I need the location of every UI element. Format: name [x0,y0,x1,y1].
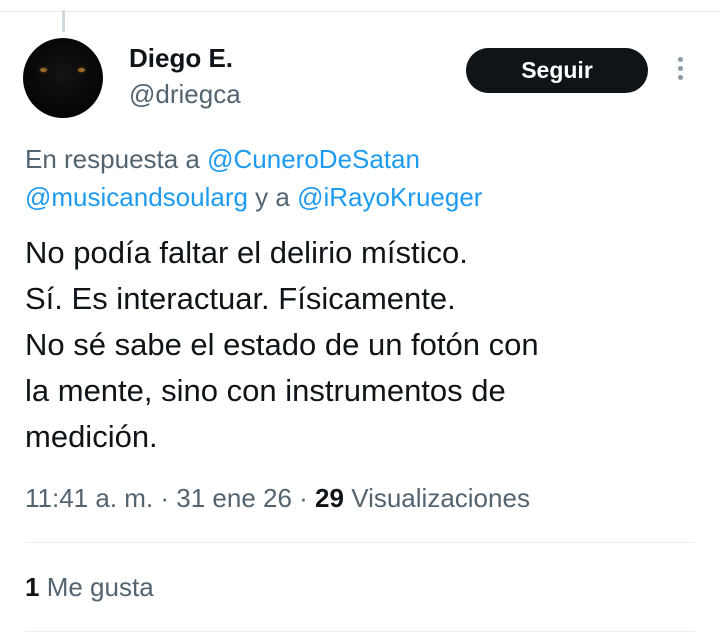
avatar-eye-right [78,68,85,72]
avatar[interactable] [23,38,103,118]
meta-separator: · [153,483,177,513]
avatar-eye-left [40,68,47,72]
author-handle[interactable]: @driegca [129,78,241,110]
mention-link-musicandsoularg[interactable]: @musicandsoularg [25,182,248,212]
mention-link-irayokrueger[interactable]: @iRayoKrueger [297,182,482,212]
reply-context: En respuesta a @CuneroDeSatan @musicands… [25,140,685,216]
more-vertical-icon[interactable] [674,57,686,85]
top-divider [0,11,720,12]
tweet-line: medición. [25,419,158,454]
tweet-line: Sí. Es interactuar. Físicamente. [25,281,456,316]
meta-separator: · [291,483,316,513]
reply-connector: y a [247,182,298,212]
views-label: Visualizaciones [351,483,530,513]
likes-count: 1 [25,572,40,602]
more-icon-dot [677,57,683,62]
author-name[interactable]: Diego E. [129,42,233,74]
follow-button[interactable]: Seguir [466,48,648,93]
tweet-line: No podía faltar el delirio místico. [25,235,468,270]
tweet-text: No podía faltar el delirio místico. Sí. … [25,230,705,460]
likes-label: Me gusta [46,572,154,602]
tweet-meta: 11:41 a. m. · 31 ene 26 · 29 Visualizaci… [25,480,530,516]
tweet-date[interactable]: 31 ene 26 [176,483,292,513]
tweet-time[interactable]: 11:41 a. m. [25,483,153,513]
more-icon-dot [677,75,683,80]
tweet-line: la mente, sino con instrumentos de [25,373,506,408]
divider [25,542,695,543]
views-count: 29 [315,483,344,513]
reply-prefix: En respuesta a [25,144,208,174]
mention-link-cunerodesatan[interactable]: @CuneroDeSatan [207,144,420,174]
divider [25,631,695,632]
tweet-line: No sé sabe el estado de un fotón con [25,327,539,362]
likes-link[interactable]: 1 Me gusta [25,570,154,604]
thread-connector-line [62,10,65,32]
more-icon-dot [677,66,683,71]
